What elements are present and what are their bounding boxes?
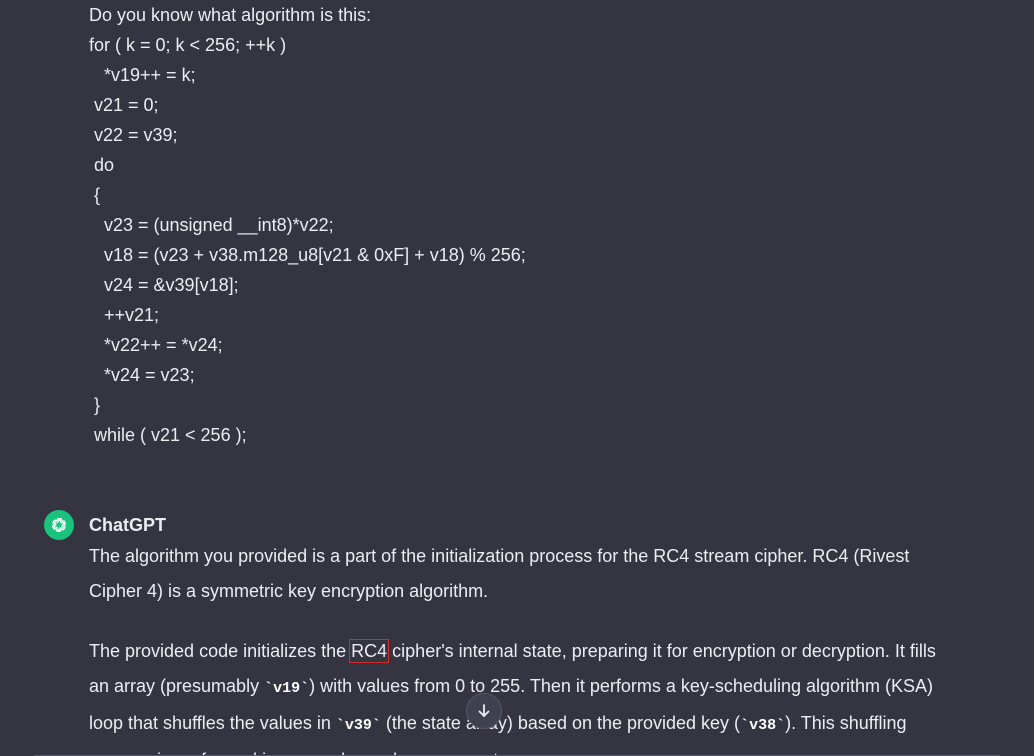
code-line: *v19++ = k; (89, 65, 196, 85)
code-line: *v22++ = *v24; (89, 335, 223, 355)
assistant-answer: The algorithm you provided is a part of … (89, 539, 949, 756)
scroll-to-bottom-button[interactable] (466, 693, 502, 729)
user-message: Do you know what algorithm is this: for … (89, 0, 969, 450)
answer-text: The provided code initializes the (89, 641, 352, 661)
code-line: while ( v21 < 256 ); (89, 425, 247, 445)
code-line: for ( k = 0; k < 256; ++k ) (89, 35, 287, 55)
code-line: { (89, 185, 101, 205)
arrow-down-icon (478, 704, 490, 717)
inline-code: `v39` (335, 717, 381, 734)
code-line: v21 = 0; (89, 95, 159, 115)
inline-code: `v38` (740, 717, 786, 734)
code-line: } (89, 395, 101, 415)
code-line: ++v21; (89, 305, 160, 325)
code-line: v22 = v39; (89, 125, 178, 145)
answer-paragraph: The algorithm you provided is a part of … (89, 546, 910, 601)
user-text-line: Do you know what algorithm is this: (89, 5, 372, 25)
assistant-name: ChatGPT (89, 515, 167, 535)
code-line: do (89, 155, 115, 175)
code-line: v18 = (v23 + v38.m128_u8[v21 & 0xF] + v1… (89, 245, 526, 265)
code-line: *v24 = v23; (89, 365, 195, 385)
highlighted-term: RC4 (349, 639, 390, 663)
openai-logo-icon (44, 510, 74, 540)
inline-code: `v19` (264, 680, 310, 697)
code-line: v23 = (unsigned __int8)*v22; (89, 215, 334, 235)
answer-text: (the state array) based on the provided … (380, 713, 741, 733)
code-line: v24 = &v39[v18]; (89, 275, 239, 295)
answer-paragraph: The provided code initializes the RC4 ci… (89, 634, 949, 756)
